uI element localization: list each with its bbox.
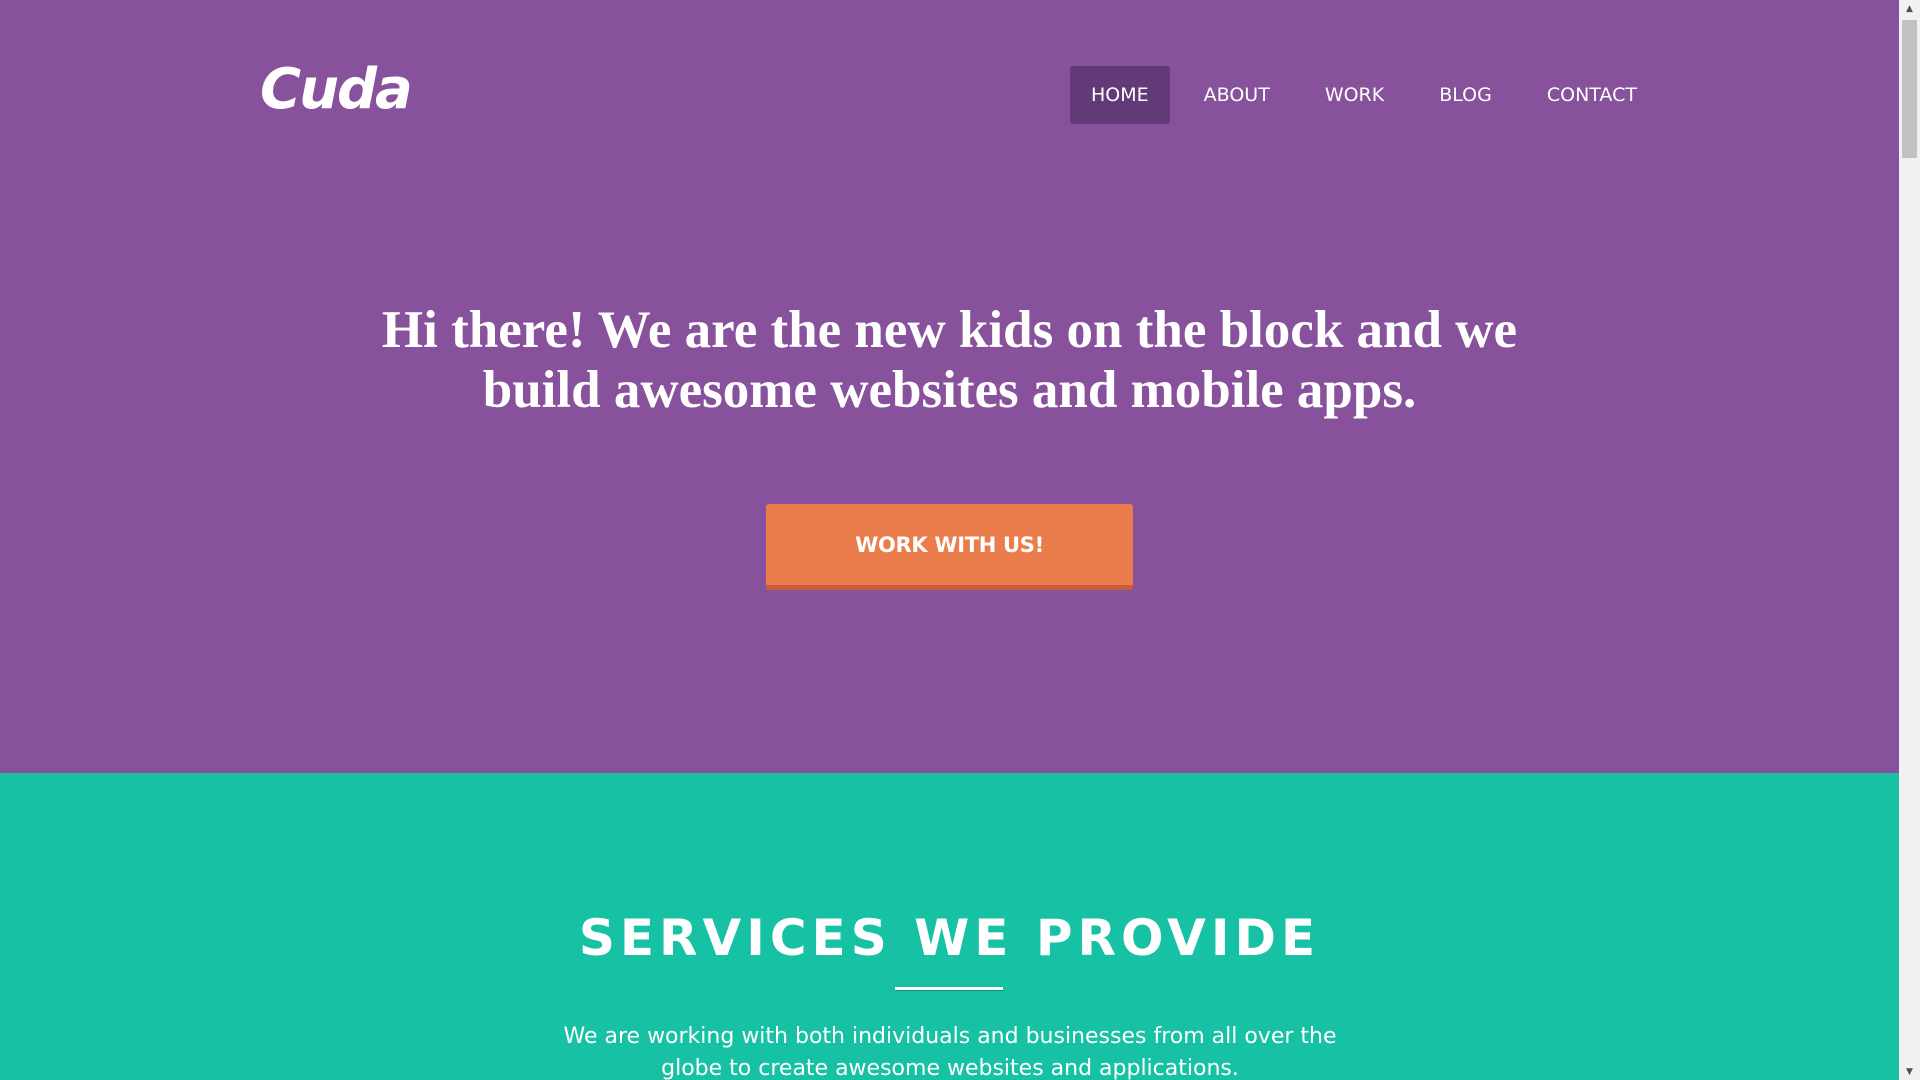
services-title: SERVICES WE PROVIDE [578, 909, 1321, 967]
hero-headline-text: Hi there! We are the new kids on the blo… [381, 301, 1518, 419]
nav-item-home[interactable]: HOME [1070, 66, 1170, 124]
nav-item-about[interactable]: ABOUT [1183, 66, 1291, 124]
brand-logo[interactable]: Cuda [260, 62, 413, 118]
services-section: SERVICES WE PROVIDE We are working with … [0, 773, 1899, 1080]
hero-section: Cuda HOME ABOUT WORK BLOG CONTACT Hi the… [0, 0, 1899, 773]
hero-headline: Hi there! We are the new kids on the blo… [0, 300, 1899, 420]
services-description: We are working with both individuals and… [563, 1024, 1337, 1080]
services-divider [895, 987, 1003, 991]
page-viewport: Cuda HOME ABOUT WORK BLOG CONTACT Hi the… [0, 0, 1899, 1080]
nav-item-blog[interactable]: BLOG [1418, 66, 1513, 124]
main-nav: HOME ABOUT WORK BLOG CONTACT [1070, 66, 1671, 124]
nav-item-work[interactable]: WORK [1304, 66, 1405, 124]
scroll-up-arrow-icon[interactable]: ▲ [1899, 0, 1920, 17]
work-with-us-button[interactable]: WORK WITH US! [766, 504, 1133, 590]
scroll-down-arrow-icon[interactable]: ▼ [1899, 1063, 1920, 1080]
nav-item-contact[interactable]: CONTACT [1526, 66, 1658, 124]
scrollbar-thumb[interactable] [1902, 20, 1917, 158]
vertical-scrollbar[interactable]: ▲ ▼ [1899, 0, 1920, 1080]
